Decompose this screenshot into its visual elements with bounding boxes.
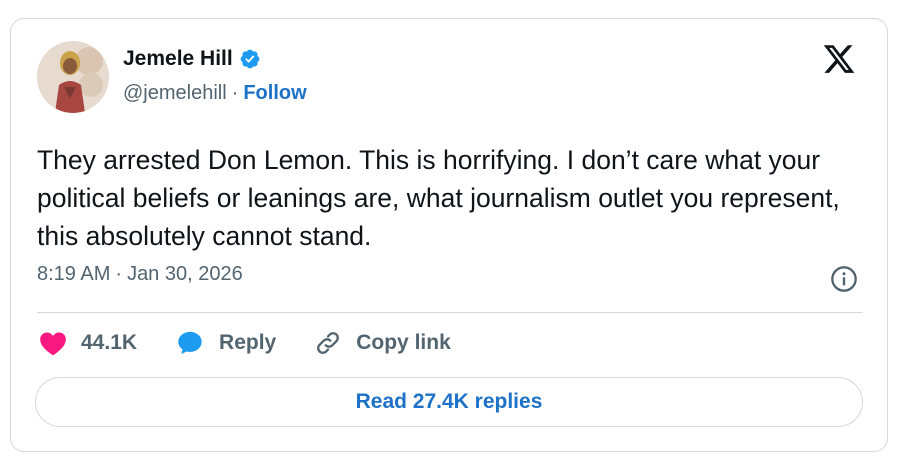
copy-link-button[interactable]: Copy link [314,329,451,357]
reply-label: Reply [219,331,277,354]
separator-dot: · [231,82,239,104]
author-handle[interactable]: @jemelehill [123,82,227,105]
avatar[interactable] [37,41,109,113]
timestamp-separator: · [115,263,123,285]
like-button[interactable]: 44.1K [39,330,137,356]
heart-icon [40,332,66,356]
author-handle-row: @jemelehill · Follow [123,82,307,105]
link-icon [317,332,340,354]
tweet-timestamp[interactable]: 8:19 AM · Jan 30, 2026 [37,263,243,286]
reply-button[interactable]: Reply [175,329,276,357]
tweet-text: They arrested Don Lemon. This is horrify… [37,145,840,251]
read-replies-button[interactable]: Read 27.4K replies [35,377,863,427]
verified-badge-icon [240,49,260,69]
action-bar: 44.1K Reply Copy link [39,329,489,357]
divider [37,312,863,313]
author-name-row: Jemele Hill [123,47,261,71]
author-name[interactable]: Jemele Hill [123,47,233,71]
tweet-card: Jemele Hill @jemelehill · Follow They ar… [10,18,888,452]
reply-bubble-icon [178,331,202,355]
x-logo-icon[interactable] [821,42,857,76]
info-icon[interactable] [830,265,858,293]
like-count: 44.1K [81,331,138,354]
tweet-date: Jan 30, 2026 [127,263,243,285]
copy-link-label: Copy link [356,331,451,354]
follow-button[interactable]: Follow [243,82,306,105]
tweet-time: 8:19 AM [37,263,111,285]
